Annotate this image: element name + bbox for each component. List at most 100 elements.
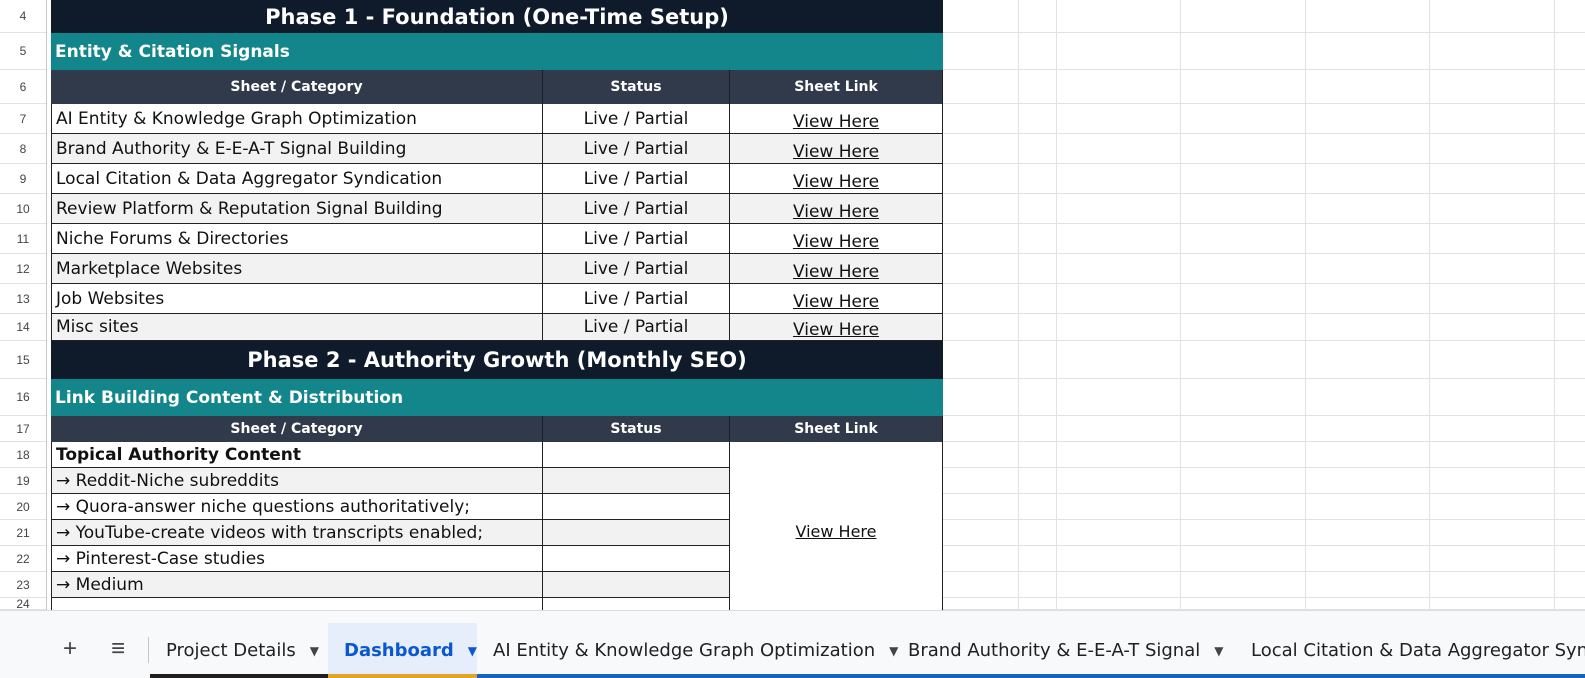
row-number[interactable]: 14 bbox=[0, 314, 46, 341]
view-here-link[interactable]: View Here bbox=[730, 194, 943, 224]
category-cell[interactable]: Niche Forums & Directories bbox=[51, 224, 543, 254]
gridline-col bbox=[1018, 0, 1019, 610]
row-number[interactable]: 16 bbox=[0, 379, 46, 416]
gridline-row bbox=[943, 378, 1585, 379]
row-number[interactable]: 17 bbox=[0, 416, 46, 442]
row-number[interactable]: 5 bbox=[0, 33, 46, 70]
dropdown-caret-icon[interactable]: ▼ bbox=[468, 644, 477, 658]
gridline-row bbox=[943, 32, 1585, 33]
row-number[interactable]: 10 bbox=[0, 194, 46, 224]
sheet-tab-label: AI Entity & Knowledge Graph Optimization bbox=[493, 640, 876, 661]
gridline-col bbox=[1305, 0, 1306, 610]
category-cell[interactable]: Job Websites bbox=[51, 284, 543, 314]
category-cell[interactable]: → YouTube-create videos with transcripts… bbox=[51, 520, 543, 546]
row-number[interactable]: 6 bbox=[0, 70, 46, 104]
row-number[interactable]: 12 bbox=[0, 254, 46, 284]
gridline-row bbox=[943, 545, 1585, 546]
row-number[interactable]: 15 bbox=[0, 341, 46, 379]
gridline-row bbox=[943, 597, 1585, 598]
row-number[interactable]: 9 bbox=[0, 164, 46, 194]
row-number[interactable]: 22 bbox=[0, 546, 46, 572]
sheet-tab[interactable]: Brand Authority & E-E-A-T Signal ▼ bbox=[892, 623, 1235, 678]
status-cell[interactable]: Live / Partial bbox=[543, 284, 730, 314]
category-cell[interactable]: AI Entity & Knowledge Graph Optimization bbox=[51, 104, 543, 134]
sheet-tab[interactable]: AI Entity & Knowledge Graph Optimization… bbox=[477, 623, 898, 678]
status-cell[interactable] bbox=[543, 442, 730, 468]
row-number[interactable]: 19 bbox=[0, 468, 46, 494]
gridline-row bbox=[943, 193, 1585, 194]
gridline-row bbox=[943, 519, 1585, 520]
category-cell[interactable]: Marketplace Websites bbox=[51, 254, 543, 284]
gridline-col bbox=[1554, 0, 1555, 610]
category-cell[interactable]: Brand Authority & E-E-A-T Signal Buildin… bbox=[51, 134, 543, 164]
category-cell[interactable]: Topical Authority Content bbox=[51, 442, 543, 468]
view-here-link[interactable]: View Here bbox=[730, 284, 943, 314]
category-cell[interactable]: → Pinterest-Case studies bbox=[51, 546, 543, 572]
dropdown-caret-icon[interactable]: ▼ bbox=[310, 644, 319, 658]
tab-color-bar bbox=[150, 674, 328, 678]
category-cell[interactable]: → Reddit-Niche subreddits bbox=[51, 468, 543, 494]
status-cell[interactable]: Live / Partial bbox=[543, 134, 730, 164]
status-cell[interactable] bbox=[543, 494, 730, 520]
row-number[interactable]: 11 bbox=[0, 224, 46, 254]
sheet-tab-label: Brand Authority & E-E-A-T Signal bbox=[908, 640, 1201, 661]
category-cell[interactable]: → Quora-answer niche questions authorita… bbox=[51, 494, 543, 520]
row-number[interactable]: 13 bbox=[0, 284, 46, 314]
tab-color-bar bbox=[892, 674, 1235, 678]
gridline-col bbox=[1180, 0, 1181, 610]
status-cell[interactable]: Live / Partial bbox=[543, 104, 730, 134]
row-number[interactable]: 24 bbox=[0, 598, 46, 610]
view-here-link[interactable]: View Here bbox=[730, 254, 943, 284]
status-cell[interactable] bbox=[543, 520, 730, 546]
status-cell[interactable]: Live / Partial bbox=[543, 254, 730, 284]
view-here-link[interactable]: View Here bbox=[730, 442, 943, 610]
status-cell[interactable]: Live / Partial bbox=[543, 194, 730, 224]
add-sheet-button[interactable]: + bbox=[52, 631, 88, 667]
view-here-link[interactable]: View Here bbox=[730, 314, 943, 341]
status-cell[interactable]: Live / Partial bbox=[543, 164, 730, 194]
status-cell[interactable] bbox=[543, 546, 730, 572]
gridline-row bbox=[943, 493, 1585, 494]
row-number[interactable]: 23 bbox=[0, 572, 46, 598]
sheet-tab[interactable]: Dashboard ▼ bbox=[328, 623, 477, 678]
gridline-row bbox=[943, 69, 1585, 70]
view-here-link[interactable]: View Here bbox=[730, 104, 943, 134]
view-here-link[interactable]: View Here bbox=[730, 164, 943, 194]
sheet-tab[interactable]: Project Details ▼ bbox=[150, 623, 328, 678]
gridline-row bbox=[943, 283, 1585, 284]
phase1-column-header: Status bbox=[543, 70, 730, 104]
row-number[interactable]: 7 bbox=[0, 104, 46, 134]
all-sheets-menu-button[interactable]: ≡ bbox=[100, 631, 136, 667]
tab-color-bar bbox=[328, 674, 477, 678]
category-cell[interactable] bbox=[51, 598, 543, 610]
status-cell[interactable] bbox=[543, 572, 730, 598]
view-here-link[interactable]: View Here bbox=[730, 224, 943, 254]
category-cell[interactable]: Review Platform & Reputation Signal Buil… bbox=[51, 194, 543, 224]
row-number[interactable]: 18 bbox=[0, 442, 46, 468]
status-cell[interactable]: Live / Partial bbox=[543, 314, 730, 341]
sheet-tab-label: Project Details bbox=[166, 640, 296, 661]
status-cell[interactable]: Live / Partial bbox=[543, 224, 730, 254]
row-number[interactable]: 8 bbox=[0, 134, 46, 164]
gridline-col bbox=[1056, 0, 1057, 610]
phase2-column-header: Sheet / Category bbox=[51, 416, 543, 442]
view-here-link[interactable]: View Here bbox=[730, 134, 943, 164]
gridline-row bbox=[943, 571, 1585, 572]
phase2-section-title: Link Building Content & Distribution bbox=[51, 379, 943, 416]
sheet-tab[interactable]: Local Citation & Data Aggregator Syn bbox=[1235, 623, 1585, 678]
status-cell[interactable] bbox=[543, 598, 730, 610]
phase2-column-header: Status bbox=[543, 416, 730, 442]
spreadsheet-grid[interactable]: 4 5 6 7 8 9 10 11 12 13 14 15 16 17 18 19 20 21 22 23 24 Phas… bbox=[0, 0, 1585, 610]
phase1-column-header: Sheet / Category bbox=[51, 70, 543, 104]
dropdown-caret-icon[interactable]: ▼ bbox=[1214, 644, 1223, 658]
category-cell[interactable]: → Medium bbox=[51, 572, 543, 598]
category-cell[interactable]: Local Citation & Data Aggregator Syndica… bbox=[51, 164, 543, 194]
row-number[interactable]: 4 bbox=[0, 0, 46, 33]
status-cell[interactable] bbox=[543, 468, 730, 494]
row-number[interactable]: 21 bbox=[0, 520, 46, 546]
row-number[interactable]: 20 bbox=[0, 494, 46, 520]
sheet-tab-label: Local Citation & Data Aggregator Syn bbox=[1251, 640, 1585, 661]
tab-color-bar bbox=[477, 674, 892, 678]
gridline-col bbox=[1429, 0, 1430, 610]
category-cell[interactable]: Misc sites bbox=[51, 314, 543, 341]
